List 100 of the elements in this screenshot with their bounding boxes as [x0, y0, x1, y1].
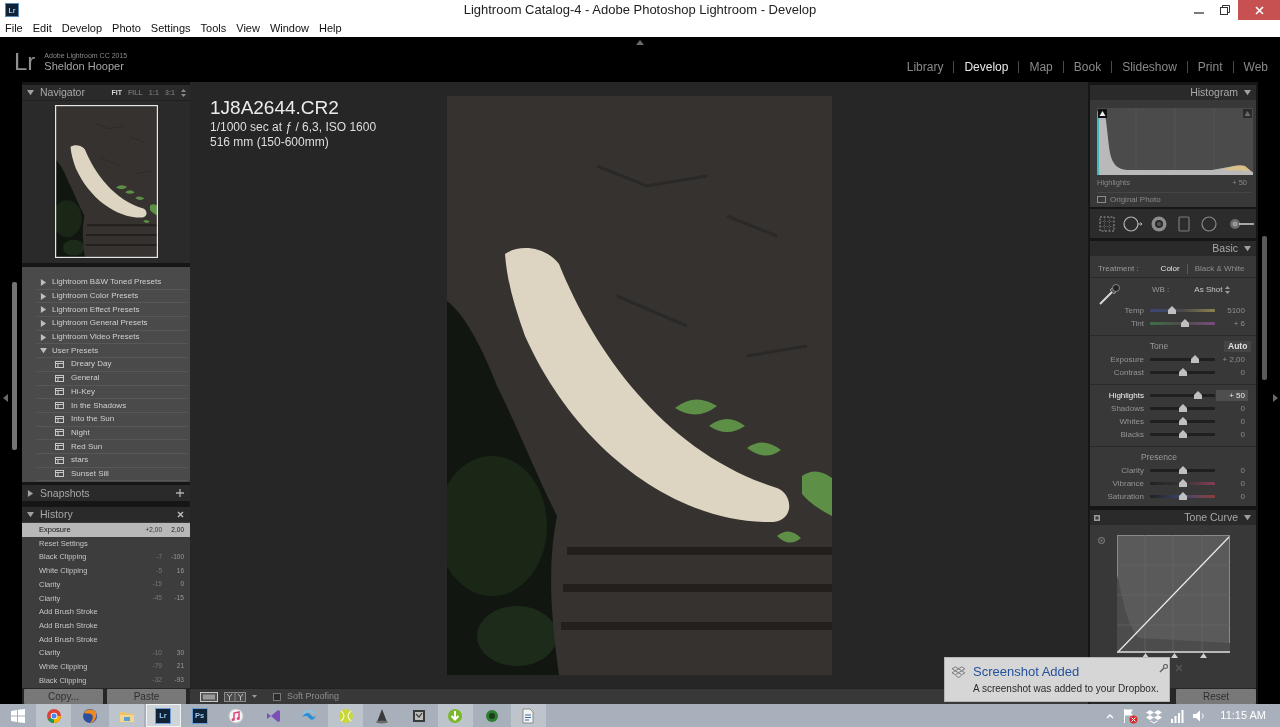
menu-item[interactable]: Settings — [150, 23, 191, 34]
panel-toggle-icon[interactable] — [636, 40, 644, 45]
slider-thumb[interactable] — [1178, 430, 1187, 438]
preset-item[interactable]: Into the Sun — [37, 412, 187, 427]
single-view-icon[interactable] — [200, 691, 218, 702]
wb-dropdown[interactable]: As Shot — [1194, 286, 1231, 294]
slider-thumb[interactable] — [1178, 404, 1187, 412]
preset-item[interactable]: Red Sun — [37, 440, 187, 454]
disclosure-triangle-icon[interactable] — [1244, 89, 1251, 96]
target-icon[interactable] — [1098, 537, 1105, 544]
disclosure-triangle-icon[interactable] — [40, 319, 47, 327]
disclosure-triangle-icon[interactable] — [40, 347, 47, 355]
taskbar-app[interactable] — [36, 704, 71, 727]
plus-icon[interactable] — [176, 489, 184, 497]
panel-title: Histogram — [1190, 87, 1238, 98]
thumbnail-drawing[interactable] — [54, 105, 158, 258]
cone-icon — [374, 707, 390, 724]
slider-label: Shadows — [1110, 404, 1145, 413]
preset-folder[interactable]: Lightroom B&W Toned Presets — [37, 276, 187, 290]
slider-track[interactable] — [1150, 309, 1215, 312]
menu-item[interactable]: File — [5, 23, 23, 34]
clipping-indicator-icon[interactable] — [1098, 109, 1107, 118]
menu-item[interactable]: View — [236, 23, 260, 34]
menu-item[interactable]: Develop — [61, 23, 103, 34]
clipping-indicator-icon[interactable] — [1243, 109, 1252, 118]
preset-item[interactable]: In the Shadows — [37, 399, 187, 413]
logo: Lr — [14, 50, 36, 74]
globe-icon — [82, 707, 98, 724]
slider-value: + 2,00 — [1221, 354, 1246, 365]
slider-thumb[interactable] — [1194, 391, 1203, 399]
checkbox[interactable] — [1097, 196, 1106, 203]
disclosure-triangle-icon[interactable] — [40, 278, 47, 286]
disclosure-triangle-icon[interactable] — [1244, 514, 1251, 521]
preset-icon — [55, 429, 64, 437]
notification-title: Screenshot Added — [973, 664, 1081, 680]
slider-thumb[interactable] — [1178, 479, 1187, 487]
tone-curve-drawing[interactable] — [1117, 535, 1230, 653]
module-tab[interactable]: Develop — [964, 59, 1009, 75]
close-icon[interactable] — [177, 511, 184, 518]
slider-track[interactable] — [1150, 322, 1215, 325]
minimize-icon — [1193, 12, 1204, 14]
preset-folder[interactable]: Lightroom Video Presets — [37, 330, 187, 345]
disclosure-triangle-icon[interactable] — [40, 306, 47, 314]
preset-folder[interactable]: User Presets — [37, 344, 187, 359]
disclosure-triangle-icon[interactable] — [40, 333, 47, 341]
slider-thumb[interactable] — [1178, 492, 1187, 500]
preset-item[interactable]: Night — [37, 426, 187, 441]
preset-folder[interactable]: Lightroom General Presets — [37, 317, 187, 331]
menu-item[interactable]: Tools — [200, 23, 227, 34]
disclosure-triangle-icon[interactable] — [1244, 245, 1251, 252]
panel-toggle-icon[interactable] — [3, 394, 8, 402]
preset-icon — [55, 402, 64, 410]
preset-item[interactable]: Sunset Sill — [37, 467, 187, 482]
caret-icon[interactable] — [252, 695, 257, 698]
checkbox[interactable] — [273, 692, 281, 701]
scrollbar-thumb[interactable] — [12, 282, 17, 450]
eyedropper-icon[interactable] — [1097, 283, 1121, 307]
stepper-icon[interactable] — [181, 88, 186, 97]
menu-item[interactable]: Window — [269, 23, 310, 34]
panel-toggle-icon[interactable] — [1273, 394, 1278, 402]
slider-thumb[interactable] — [1178, 466, 1187, 474]
preset-item[interactable]: stars — [37, 453, 187, 468]
disclosure-triangle-icon[interactable] — [27, 489, 34, 497]
circle-pointer-icon[interactable] — [1123, 214, 1143, 233]
module-tab[interactable]: Book — [1073, 59, 1102, 75]
preset-item[interactable]: Hi-Key — [37, 385, 187, 400]
preset-folder[interactable]: Lightroom Effect Presets — [37, 303, 187, 318]
slider-thumb[interactable] — [1168, 306, 1177, 314]
slider-track[interactable] — [1150, 495, 1215, 498]
menu-item[interactable]: Edit — [32, 23, 52, 34]
menu-item[interactable]: Help — [319, 23, 342, 34]
preset-folder[interactable]: Lightroom Color Presets — [37, 289, 187, 304]
split-view-icon[interactable] — [224, 691, 246, 702]
module-tab[interactable]: Web — [1243, 59, 1268, 75]
module-tab[interactable]: Slideshow — [1122, 59, 1177, 75]
panel-switch-icon[interactable] — [1094, 514, 1100, 521]
slider-label: Highlights — [1107, 391, 1145, 400]
treatment-tab[interactable]: Black & White — [1194, 264, 1245, 273]
disclosure-triangle-icon[interactable] — [27, 511, 34, 518]
circle-icon[interactable] — [1200, 214, 1218, 233]
auto-button[interactable]: Auto — [1224, 341, 1252, 352]
disclosure-triangle-icon[interactable] — [27, 89, 34, 96]
preset-item[interactable]: Dreary Day — [37, 358, 187, 372]
module-tab[interactable]: Library — [906, 59, 944, 75]
notification-message: A screenshot was added to your Dropbox. — [973, 683, 1159, 695]
slider-thumb[interactable] — [1178, 368, 1187, 376]
slider-track[interactable] — [1150, 482, 1215, 485]
module-tab[interactable]: Print — [1197, 59, 1223, 75]
flag-icon[interactable] — [1122, 707, 1139, 724]
slider-thumb[interactable] — [1190, 355, 1199, 363]
scrollbar-thumb[interactable] — [1262, 236, 1267, 380]
treatment-tab[interactable]: Color — [1160, 264, 1180, 273]
module-tab[interactable]: Map — [1029, 59, 1053, 75]
wrench-icon[interactable] — [1158, 664, 1168, 673]
ring-dot-icon[interactable] — [1150, 214, 1168, 233]
slider-thumb[interactable] — [1178, 417, 1187, 425]
preset-item[interactable]: General — [37, 371, 187, 386]
slider-thumb[interactable] — [1181, 319, 1190, 327]
disclosure-triangle-icon[interactable] — [40, 292, 47, 300]
menu-item[interactable]: Photo — [112, 23, 141, 34]
